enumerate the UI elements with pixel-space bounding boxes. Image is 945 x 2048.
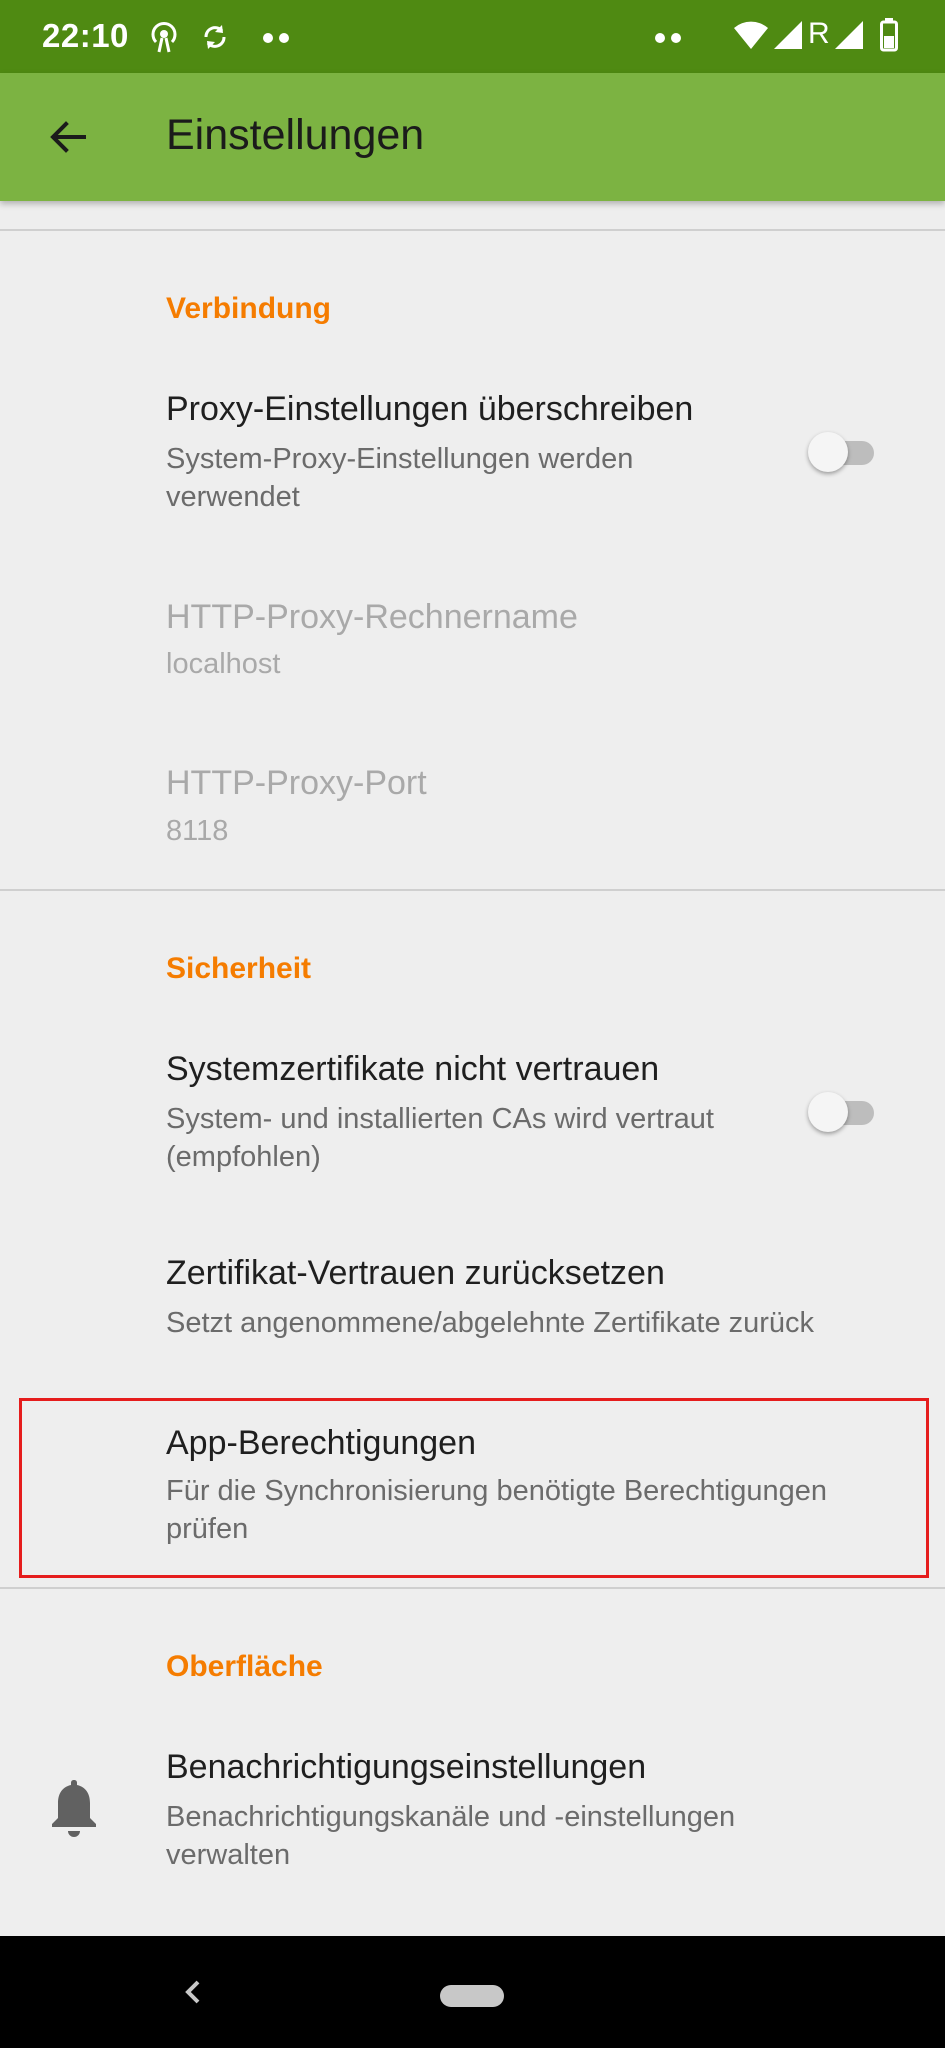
pref-summary: System- und installierten CAs wird vertr… <box>166 1103 714 1173</box>
category-interface: Oberfläche <box>166 1650 323 1683</box>
bell-icon <box>48 1776 100 1843</box>
more-dots-icon <box>654 31 682 49</box>
sync-icon <box>200 22 230 57</box>
pref-summary: localhost <box>166 648 281 680</box>
battery-icon <box>880 18 898 57</box>
app-bar: Einstellungen <box>0 73 945 201</box>
divider <box>0 229 945 231</box>
pref-title: Proxy-Einstellungen überschreiben <box>166 390 694 428</box>
nav-back-button[interactable] <box>180 1974 204 2010</box>
wifi-icon <box>733 20 769 55</box>
pref-proxy-port: HTTP-Proxy-Port 8118 <box>0 740 945 860</box>
category-security: Sicherheit <box>166 952 312 985</box>
cell-signal-icon <box>773 20 803 55</box>
category-connection: Verbindung <box>166 292 331 325</box>
pref-proxy-override[interactable]: Proxy-Einstellungen überschreiben System… <box>0 370 945 520</box>
pref-notification-settings[interactable]: Benachrichtigungseinstellungen Benachric… <box>0 1728 945 1888</box>
pref-title: HTTP-Proxy-Rechnername <box>166 598 578 636</box>
pref-summary: Benachrichtigungskanäle und -einstellung… <box>166 1801 736 1871</box>
pref-summary: Setzt angenommene/abgelehnte Zertifikate… <box>166 1307 815 1339</box>
divider <box>0 889 945 891</box>
back-button[interactable] <box>30 99 106 175</box>
distrust-system-certs-switch[interactable] <box>808 1088 880 1136</box>
pref-title: HTTP-Proxy-Port <box>166 764 427 802</box>
more-dots-icon <box>262 31 290 49</box>
pref-distrust-system-certs[interactable]: Systemzertifikate nicht vertrauen System… <box>0 1030 945 1180</box>
hotspot-icon <box>148 20 180 59</box>
cell-signal-icon <box>834 20 864 55</box>
pref-summary: 8118 <box>166 815 229 847</box>
status-bar: 22:10 R <box>0 0 945 73</box>
pref-reset-cert-trust[interactable]: Zertifikat-Vertrauen zurücksetzen Setzt … <box>0 1230 945 1350</box>
pref-title: Benachrichtigungseinstellungen <box>166 1748 647 1786</box>
proxy-override-switch[interactable] <box>808 428 880 476</box>
pref-title: Zertifikat-Vertrauen zurücksetzen <box>166 1254 665 1292</box>
nav-home-pill[interactable] <box>440 1985 504 2007</box>
roaming-indicator: R <box>808 17 830 50</box>
divider <box>0 1587 945 1589</box>
pref-proxy-host: HTTP-Proxy-Rechnername localhost <box>0 570 945 690</box>
highlight-box <box>19 1398 929 1578</box>
pref-title: Systemzertifikate nicht vertrauen <box>166 1050 660 1088</box>
status-time: 22:10 <box>42 17 129 54</box>
pref-summary: System-Proxy-Einstellungen werden verwen… <box>166 443 634 513</box>
arrow-back-icon <box>50 121 86 153</box>
page-title: Einstellungen <box>166 111 425 159</box>
